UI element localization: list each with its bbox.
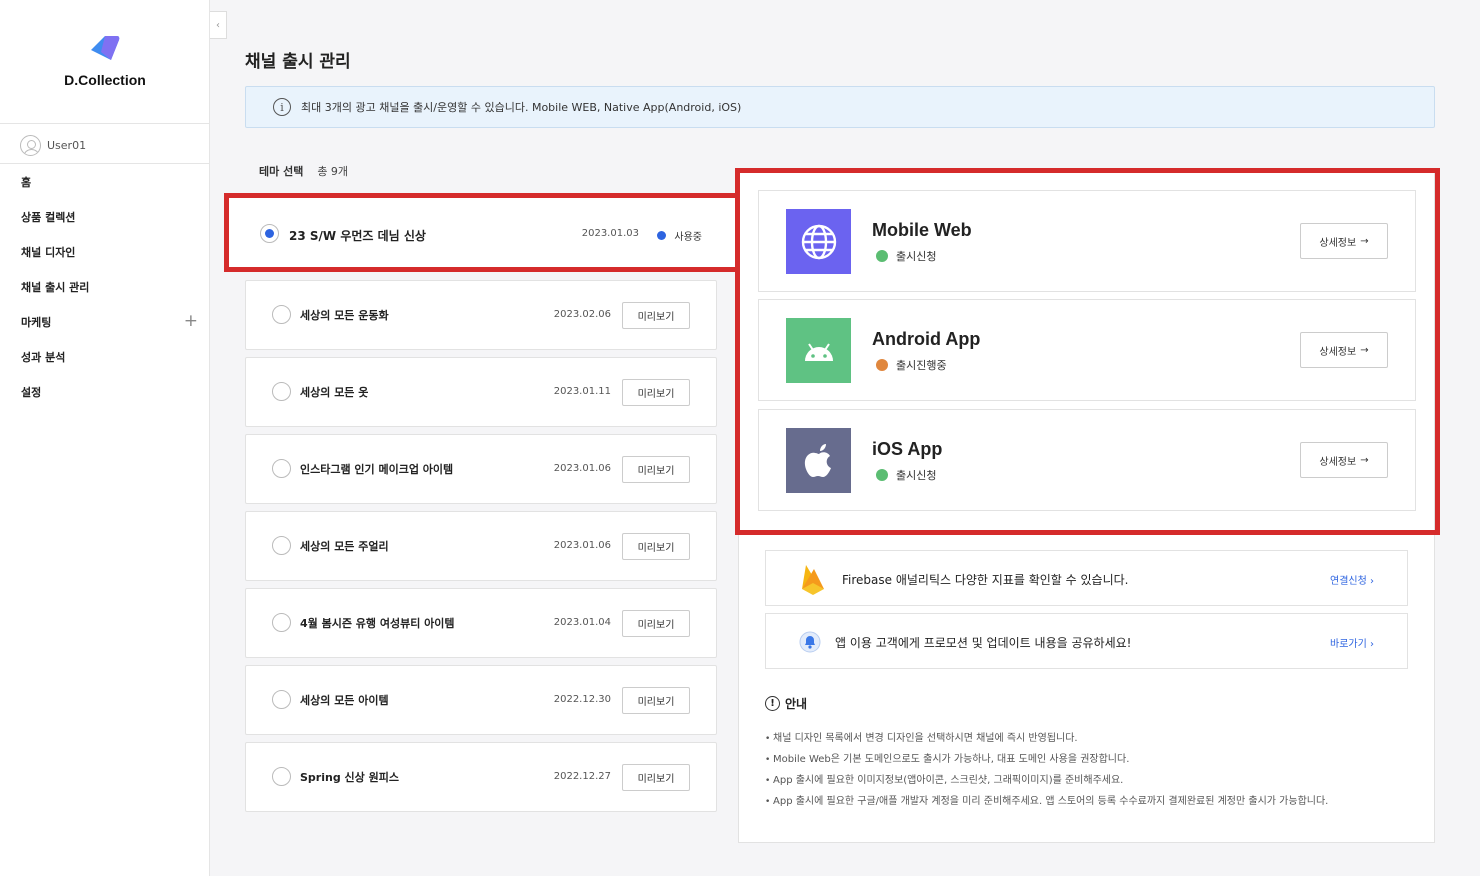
theme-radio[interactable] xyxy=(272,459,291,478)
theme-card[interactable]: 인스타그램 인기 메이크업 아이템 2023.01.06 미리보기 xyxy=(245,434,717,504)
sidebar-item-label: 채널 디자인 xyxy=(21,245,76,259)
brand-name: D.Collection xyxy=(64,72,146,88)
theme-radio[interactable] xyxy=(272,305,291,324)
divider xyxy=(0,123,210,124)
info-text: 최대 3개의 광고 채널을 출시/운영할 수 있습니다. Mobile WEB,… xyxy=(301,101,742,114)
user-name: User01 xyxy=(47,138,87,152)
notice-header: ! 안내 xyxy=(765,695,1405,712)
theme-section-label: 테마 선택 xyxy=(259,165,304,178)
avatar-icon xyxy=(20,134,41,156)
theme-date: 2023.02.06 xyxy=(553,309,611,320)
sidebar-item-label: 마케팅 xyxy=(21,315,52,329)
theme-card[interactable]: 세상의 모든 주얼리 2023.01.06 미리보기 xyxy=(245,511,717,581)
theme-date: 2023.01.06 xyxy=(553,540,611,551)
sidebar-item-product-collection[interactable]: 상품 컬렉션 xyxy=(0,199,210,234)
theme-radio[interactable] xyxy=(272,382,291,401)
list-item: 채널 디자인 목록에서 변경 디자인을 선택하시면 채널에 즉시 반영됩니다. xyxy=(765,732,1405,753)
theme-date: 2023.01.06 xyxy=(553,463,611,474)
theme-date: 2023.01.03 xyxy=(581,228,639,239)
sidebar-item-channel-design[interactable]: 채널 디자인 xyxy=(0,234,210,269)
sidebar-nav: 홈 상품 컬렉션 채널 디자인 채널 출시 관리 마케팅 + 성과 분석 설정 xyxy=(0,164,210,409)
plus-icon[interactable]: + xyxy=(184,313,198,330)
connect-request-link[interactable]: 연결신청 › xyxy=(1330,572,1374,587)
preview-button[interactable]: 미리보기 xyxy=(622,302,690,329)
theme-name: 세상의 모든 옷 xyxy=(300,386,369,399)
status-label: 사용중 xyxy=(674,232,702,243)
status-dot xyxy=(657,231,667,240)
sidebar: D.Collection User01 홈 상품 컬렉션 채널 디자인 채널 출… xyxy=(0,0,210,876)
theme-date: 2022.12.30 xyxy=(553,694,611,705)
sidebar-item-home[interactable]: 홈 xyxy=(0,164,210,199)
brand-logo-icon xyxy=(91,36,120,60)
preview-button[interactable]: 미리보기 xyxy=(622,610,690,637)
theme-date: 2022.12.27 xyxy=(553,771,611,782)
preview-button[interactable]: 미리보기 xyxy=(622,379,690,406)
list-item: App 출시에 필요한 구글/애플 개발자 계정을 미리 준비해주세요. 앱 스… xyxy=(765,795,1405,816)
preview-button[interactable]: 미리보기 xyxy=(622,533,690,560)
promo-card-notification: 앱 이용 고객에게 프로모션 및 업데이트 내용을 공유하세요! 바로가기 › xyxy=(765,613,1408,669)
sidebar-item-label: 상품 컬렉션 xyxy=(21,210,76,224)
theme-date: 2023.01.11 xyxy=(553,386,611,397)
theme-radio-selected[interactable] xyxy=(260,224,279,243)
theme-radio[interactable] xyxy=(272,690,291,709)
theme-name: 세상의 모든 아이템 xyxy=(300,694,389,707)
sidebar-item-label: 설정 xyxy=(21,385,42,399)
theme-radio[interactable] xyxy=(272,536,291,555)
theme-name: 인스타그램 인기 메이크업 아이템 xyxy=(300,463,454,476)
notice-list: 채널 디자인 목록에서 변경 디자인을 선택하시면 채널에 즉시 반영됩니다. … xyxy=(765,732,1405,816)
user-profile[interactable]: User01 xyxy=(20,134,86,156)
theme-name: 세상의 모든 운동화 xyxy=(300,309,389,322)
theme-name: 4월 봄시즌 유행 여성뷰티 아이템 xyxy=(300,617,455,630)
highlight-frame xyxy=(735,168,1440,535)
theme-name: Spring 신상 원피스 xyxy=(300,771,399,784)
theme-count: 총 9개 xyxy=(317,165,349,178)
theme-name: 23 S/W 우먼즈 데님 신상 xyxy=(289,229,426,243)
bell-icon xyxy=(799,631,821,653)
theme-card-selected[interactable]: 23 S/W 우먼즈 데님 신상 2023.01.03 사용중 xyxy=(224,193,755,272)
sidebar-item-label: 성과 분석 xyxy=(21,350,66,364)
notice-section: ! 안내 채널 디자인 목록에서 변경 디자인을 선택하시면 채널에 즉시 반영… xyxy=(765,695,1405,816)
list-item: App 출시에 필요한 이미지정보(앱아이콘, 스크린샷, 그래픽이미지)를 준… xyxy=(765,774,1405,795)
alert-icon: ! xyxy=(765,696,780,711)
sidebar-item-marketing[interactable]: 마케팅 + xyxy=(0,304,210,339)
status-badge: 사용중 xyxy=(657,228,702,243)
sidebar-item-settings[interactable]: 설정 xyxy=(0,374,210,409)
theme-card[interactable]: Spring 신상 원피스 2022.12.27 미리보기 xyxy=(245,742,717,812)
theme-radio[interactable] xyxy=(272,613,291,632)
page-title: 채널 출시 관리 xyxy=(245,52,351,72)
sidebar-item-analytics[interactable]: 성과 분석 xyxy=(0,339,210,374)
theme-card[interactable]: 4월 봄시즌 유행 여성뷰티 아이템 2023.01.04 미리보기 xyxy=(245,588,717,658)
promo-text: 앱 이용 고객에게 프로모션 및 업데이트 내용을 공유하세요! xyxy=(835,636,1132,650)
theme-card[interactable]: 세상의 모든 운동화 2023.02.06 미리보기 xyxy=(245,280,717,350)
sidebar-item-label: 홈 xyxy=(21,175,32,189)
sidebar-collapse-button[interactable]: ‹ xyxy=(210,11,227,39)
sidebar-item-label: 채널 출시 관리 xyxy=(21,280,90,294)
list-item: Mobile Web은 기본 도메인으로도 출시가 가능하나, 대표 도메인 사… xyxy=(765,753,1405,774)
info-icon: i xyxy=(273,98,291,116)
preview-button[interactable]: 미리보기 xyxy=(622,456,690,483)
sidebar-item-channel-release[interactable]: 채널 출시 관리 xyxy=(0,269,210,304)
theme-radio[interactable] xyxy=(272,767,291,786)
theme-section-header: 테마 선택 총 9개 xyxy=(259,163,348,179)
preview-button[interactable]: 미리보기 xyxy=(622,764,690,791)
promo-text: Firebase 애널리틱스 다양한 지표를 확인할 수 있습니다. xyxy=(842,573,1129,587)
notice-title: 안내 xyxy=(785,697,808,711)
brand-logo[interactable]: D.Collection xyxy=(0,30,210,88)
firebase-icon xyxy=(802,565,824,595)
theme-name: 세상의 모든 주얼리 xyxy=(300,540,389,553)
theme-date: 2023.01.04 xyxy=(553,617,611,628)
info-banner: i 최대 3개의 광고 채널을 출시/운영할 수 있습니다. Mobile WE… xyxy=(245,86,1435,128)
go-link[interactable]: 바로가기 › xyxy=(1330,635,1374,650)
theme-card[interactable]: 세상의 모든 아이템 2022.12.30 미리보기 xyxy=(245,665,717,735)
preview-button[interactable]: 미리보기 xyxy=(622,687,690,714)
theme-card[interactable]: 세상의 모든 옷 2023.01.11 미리보기 xyxy=(245,357,717,427)
promo-card-firebase: Firebase 애널리틱스 다양한 지표를 확인할 수 있습니다. 연결신청 … xyxy=(765,550,1408,606)
